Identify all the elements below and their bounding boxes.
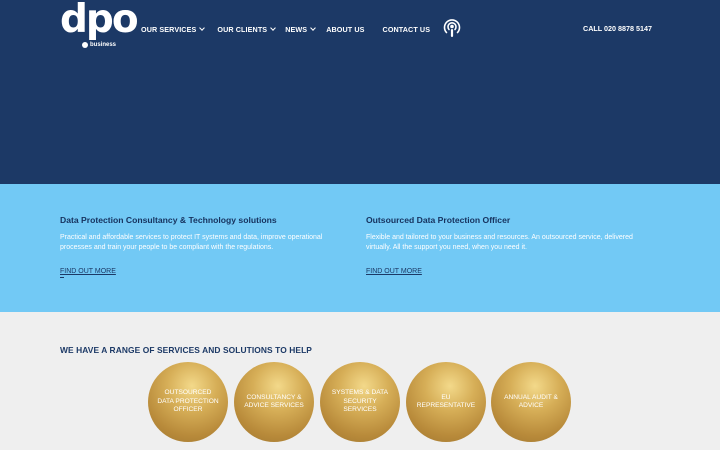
logo-subtext: business [82,42,116,48]
service-label: SYSTEMS & DATA SECURITY SERVICES [331,389,389,414]
nav-our-clients[interactable]: OUR CLIENTS [217,24,277,34]
dpo-logo[interactable]: dpo business [60,0,139,54]
dpo-column: Outsourced Data Protection Officer Flexi… [366,215,646,278]
podcast-icon[interactable] [442,17,462,39]
hero-header: dpo business OUR SERVICES OUR CLIENTS NE… [0,0,720,184]
phone-number[interactable]: CALL 020 8878 5147 [583,24,652,33]
service-circle-outsourced-dpo[interactable]: OUTSOURCED DATA PROTECTION OFFICER [148,362,228,442]
consultancy-column: Data Protection Consultancy & Technology… [60,215,350,278]
service-circle-annual-audit[interactable]: ANNUAL AUDIT & ADVICE [491,362,571,442]
dpo-text: Flexible and tailored to your business a… [366,234,633,251]
nav-label: OUR SERVICES [141,24,197,34]
service-label: EU REPRESENTATIVE [416,393,476,409]
nav-label: OUR CLIENTS [217,24,268,34]
main-nav: OUR SERVICES OUR CLIENTS NEWS ABOUT US C… [141,23,430,35]
consultancy-title: Data Protection Consultancy & Technology… [60,215,277,225]
service-label: OUTSOURCED DATA PROTECTION OFFICER [157,389,219,414]
services-heading: WE HAVE A RANGE OF SERVICES AND SOLUTION… [60,345,312,355]
nav-our-services[interactable]: OUR SERVICES [141,24,206,34]
nav-label: ABOUT US [326,24,365,34]
nav-label: CONTACT US [382,24,431,34]
service-circle-eu-representative[interactable]: EU REPRESENTATIVE [406,362,486,442]
logo-sub-label: business [90,42,117,48]
services-section: WE HAVE A RANGE OF SERVICES AND SOLUTION… [0,312,720,450]
service-label: CONSULTANCY & ADVICE SERVICES [244,393,304,409]
consultancy-find-out-more-link[interactable]: FIND OUT MORE [60,268,116,275]
dpo-title: Outsourced Data Protection Officer [366,215,511,225]
divider [60,277,64,278]
logo-text: dpo [60,0,139,42]
nav-about-us[interactable]: ABOUT US [326,25,364,34]
nav-news[interactable]: NEWS [285,24,317,34]
chevron-down-icon [270,25,277,31]
intro-band: Data Protection Consultancy & Technology… [0,184,720,312]
dpo-find-out-more-link[interactable]: FIND OUT MORE [366,268,422,275]
service-label: ANNUAL AUDIT & ADVICE [504,393,558,409]
consultancy-text: Practical and affordable services to pro… [60,234,323,251]
service-circle-security[interactable]: SYSTEMS & DATA SECURITY SERVICES [320,362,400,442]
chevron-down-icon [199,25,206,31]
nav-label: NEWS [285,24,308,34]
logo-dot-icon [82,42,88,48]
chevron-down-icon [310,25,317,31]
service-circle-consultancy[interactable]: CONSULTANCY & ADVICE SERVICES [234,362,314,442]
nav-contact-us[interactable]: CONTACT US [383,25,431,34]
